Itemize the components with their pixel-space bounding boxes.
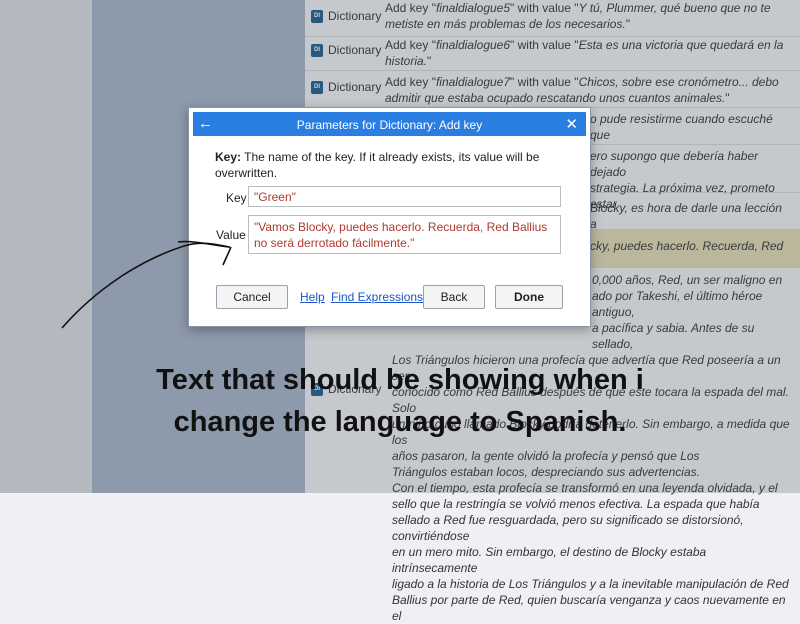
annotation-caption-line1: Text that should be showing when i: [156, 364, 644, 396]
annotation-caption-line2: change the language to Spanish.: [173, 406, 627, 438]
